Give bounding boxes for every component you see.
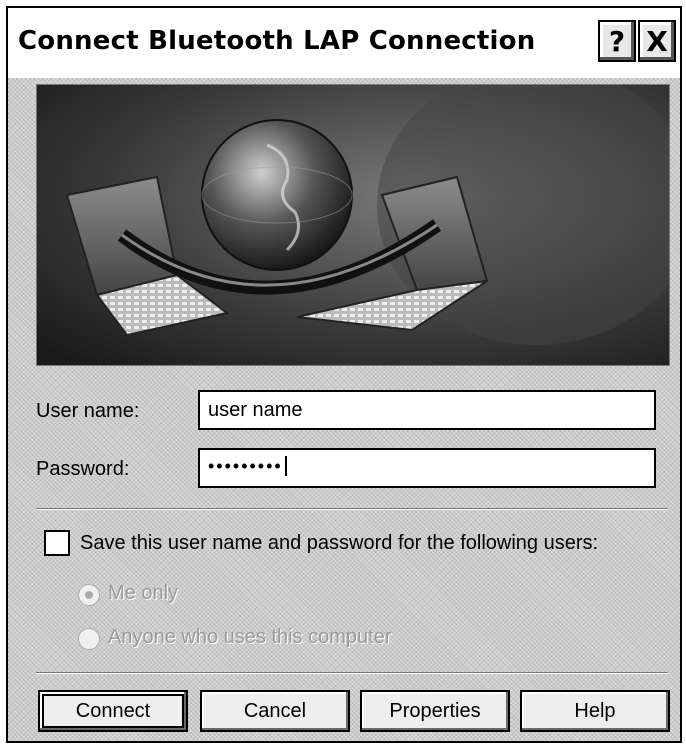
radio-me-only[interactable] xyxy=(78,584,100,606)
radio-anyone[interactable] xyxy=(78,628,100,650)
connect-dialog: Connect Bluetooth LAP Connection ? X Use… xyxy=(6,6,682,743)
separator-bottom xyxy=(36,672,668,674)
password-dots: ••••••••• xyxy=(208,456,283,476)
connect-button[interactable]: Connect xyxy=(38,690,188,732)
properties-button[interactable]: Properties xyxy=(360,690,510,732)
help-button[interactable]: Help xyxy=(520,690,670,732)
username-field[interactable] xyxy=(198,390,656,430)
password-field[interactable]: ••••••••• xyxy=(198,448,656,488)
text-cursor xyxy=(284,456,294,476)
username-label: User name: xyxy=(36,400,139,423)
title-bar: Connect Bluetooth LAP Connection ? X xyxy=(8,8,680,78)
password-label-text: Password: xyxy=(36,458,130,480)
save-credentials-checkbox[interactable] xyxy=(44,530,70,556)
globe-laptops-banner xyxy=(36,84,670,366)
username-label-text: User name: xyxy=(36,400,140,422)
radio-me-only-label: Me only xyxy=(108,582,178,605)
banner-image xyxy=(37,85,669,365)
password-label: Password: xyxy=(36,458,129,481)
close-icon[interactable]: X xyxy=(638,20,676,62)
window-title: Connect Bluetooth LAP Connection xyxy=(18,26,536,56)
save-credentials-label[interactable]: Save this user name and password for the… xyxy=(80,532,598,555)
cancel-button[interactable]: Cancel xyxy=(200,690,350,732)
help-icon[interactable]: ? xyxy=(598,20,636,62)
separator-top xyxy=(36,508,668,510)
radio-anyone-label: Anyone who uses this computer xyxy=(108,626,392,649)
save-credentials-text: Save this user name and password for the… xyxy=(80,532,599,554)
radio-me-only-text: Me only xyxy=(108,582,179,604)
radio-anyone-text: Anyone who uses this computer xyxy=(108,626,392,648)
